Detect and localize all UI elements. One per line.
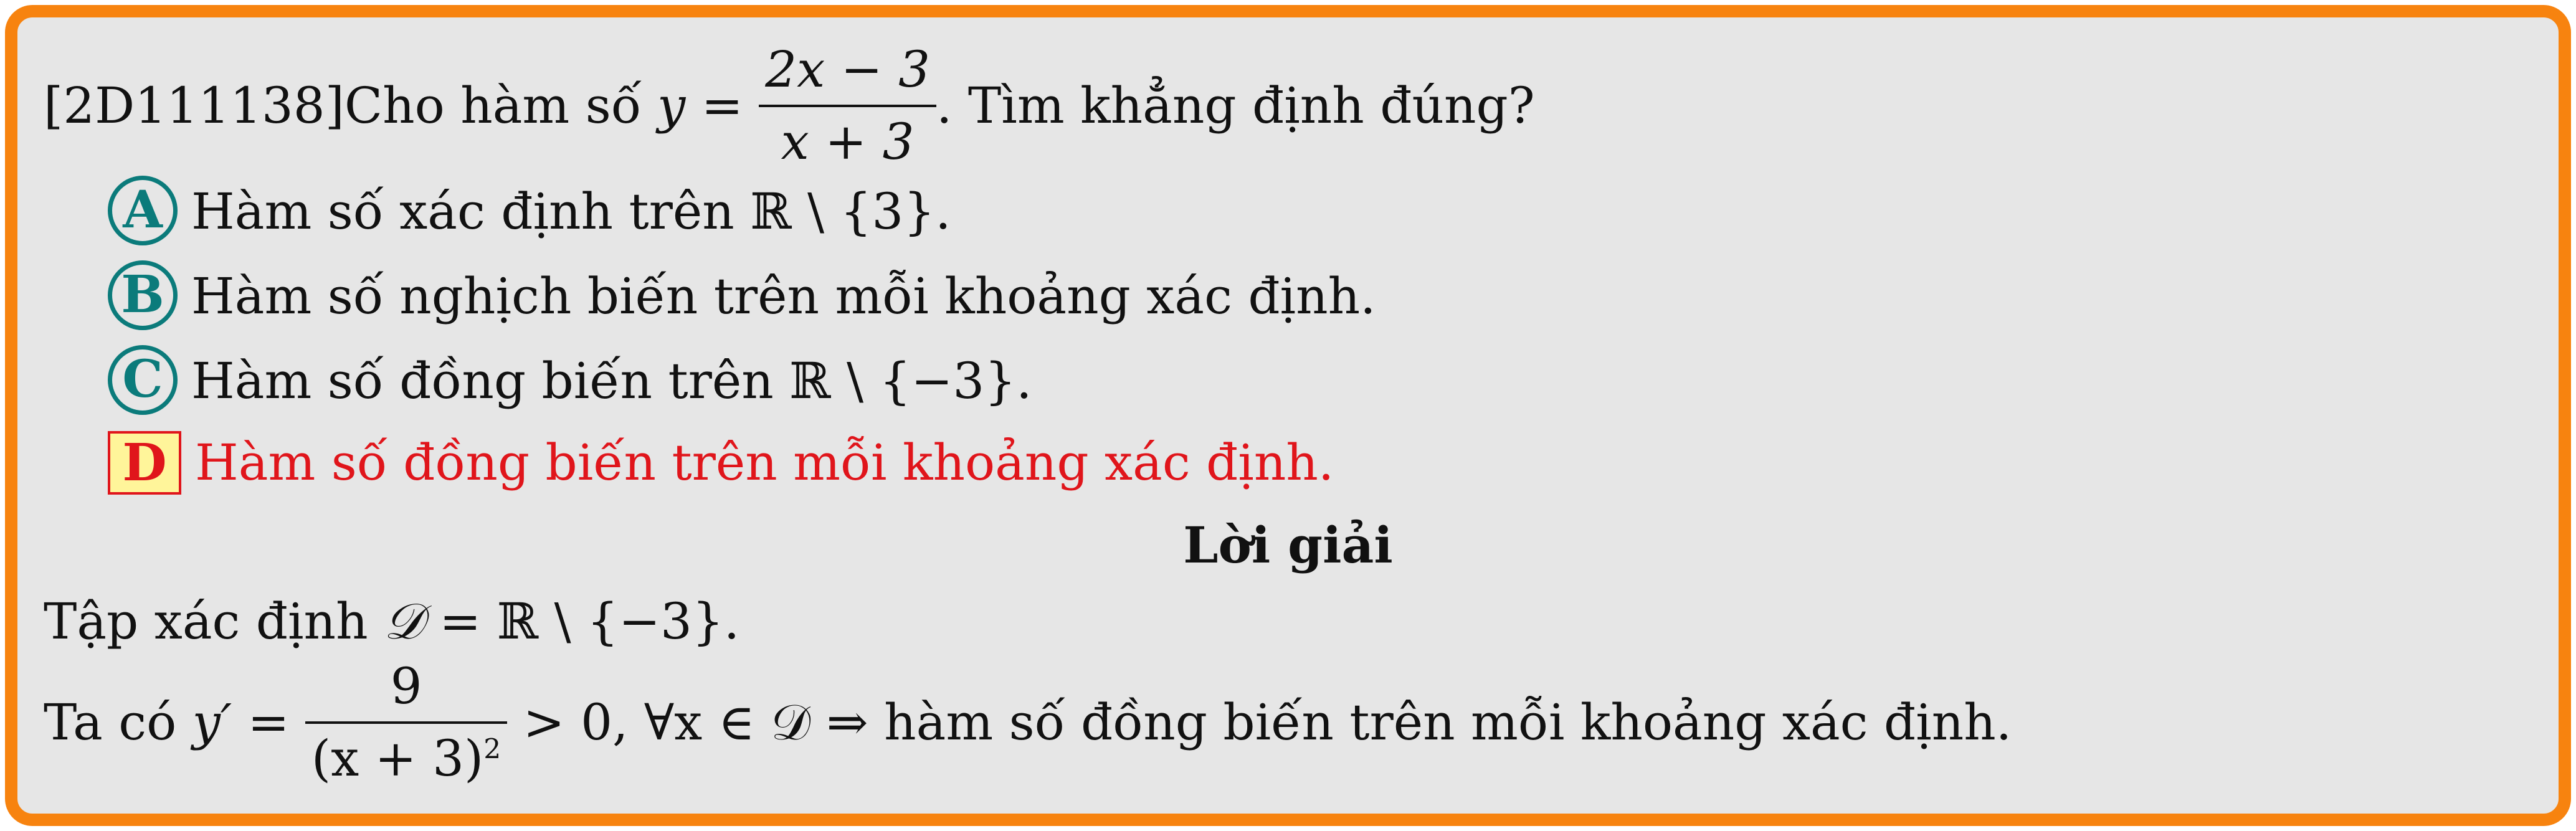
choice-d-badge: D (108, 431, 181, 495)
choice-d[interactable]: D Hàm số đồng biến trên mỗi khoảng xác đị… (108, 431, 1334, 498)
fraction-bar (759, 105, 937, 107)
solution-line-1: Tập xác định 𝒟 = ℝ \ {−3}. (44, 597, 739, 647)
solution-line-2: Ta có y′ = 9 (x + 3)2 > 0, ∀x ∈ 𝒟 ⇒ hàm s… (44, 657, 2012, 794)
solution-line2-prefix: Ta có (44, 693, 192, 751)
question-card: [2D111138]Cho hàm số y = 2x − 3 x + 3 . Tì… (5, 5, 2571, 826)
domain-symbol: 𝒟 (384, 592, 424, 650)
derivative-fraction: 9 (x + 3)2 (305, 655, 508, 790)
solution-heading: Lời giải (1183, 516, 1393, 574)
choice-a-badge: A (108, 176, 178, 245)
fraction-numerator: 2x − 3 (765, 40, 931, 98)
question-equals: = (685, 77, 759, 135)
choice-b-text: Hàm số nghịch biến trên mỗi khoảng xác đ… (191, 267, 1376, 325)
choice-c-badge: C (108, 345, 178, 415)
derivative-numerator: 9 (390, 657, 422, 715)
derivative-bar (305, 721, 508, 724)
derivative-denominator: (x + 3)2 (305, 728, 507, 790)
choice-a[interactable]: A Hàm số xác định trên ℝ \ {3}. (108, 176, 951, 250)
question-fraction: 2x − 3 x + 3 (759, 39, 937, 173)
solution-line1-prefix: Tập xác định (44, 592, 384, 650)
choice-c-text: Hàm số đồng biến trên ℝ \ {−3}. (191, 352, 1032, 410)
derivative-lhs: y′ = (192, 693, 305, 751)
question-code: [2D111138] (44, 77, 345, 135)
derivative-den-exp: 2 (483, 733, 501, 766)
choice-b[interactable]: B Hàm số nghịch biến trên mỗi khoảng xác … (108, 260, 1376, 335)
choice-c[interactable]: C Hàm số đồng biến trên ℝ \ {−3}. (108, 345, 1032, 420)
question-suffix: . Tìm khẳng định đúng? (936, 77, 1535, 135)
question-prefix: Cho hàm số (344, 77, 658, 135)
fraction-denominator: x + 3 (781, 113, 915, 171)
question-line: [2D111138]Cho hàm số y = 2x − 3 x + 3 . Tì… (44, 39, 1535, 177)
solution-line2-rest: > 0, ∀x ∈ 𝒟 ⇒ hàm số đồng biến trên mỗi … (507, 693, 2012, 751)
solution-line1-rest: = ℝ \ {−3}. (423, 592, 740, 650)
derivative-den-base: (x + 3) (311, 729, 484, 787)
question-func-var: y (657, 77, 686, 135)
choice-d-text: Hàm số đồng biến trên mỗi khoảng xác địn… (195, 434, 1334, 491)
choice-b-badge: B (108, 260, 178, 330)
choice-a-text: Hàm số xác định trên ℝ \ {3}. (191, 183, 951, 240)
